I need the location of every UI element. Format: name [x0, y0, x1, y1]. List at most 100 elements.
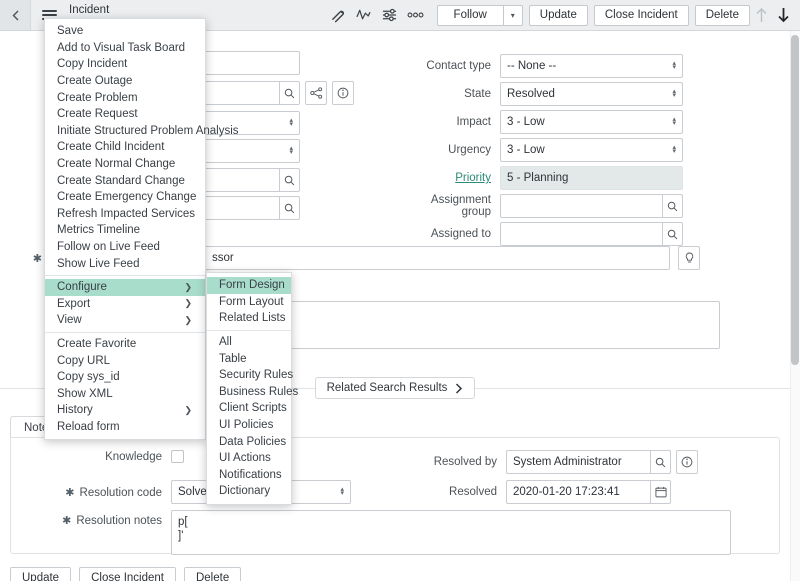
- menu-main-item-initiate-structured-problem-analysis[interactable]: Initiate Structured Problem Analysis: [45, 123, 239, 140]
- lightbulb-icon[interactable]: [678, 246, 700, 270]
- info-icon[interactable]: [676, 450, 698, 474]
- menu-item-label: Save: [57, 25, 84, 38]
- follow-button[interactable]: Follow: [436, 4, 504, 26]
- menu-item-label: Show XML: [57, 387, 113, 400]
- menu-main-item-show-live-feed[interactable]: Show Live Feed: [45, 255, 205, 272]
- page-title: Incident: [69, 3, 110, 16]
- chevron-right-icon: ❯: [184, 404, 192, 415]
- menu-main-item-create-request[interactable]: Create Request: [45, 106, 205, 123]
- magnifier-icon[interactable]: [279, 81, 300, 105]
- knowledge-checkbox[interactable]: [171, 450, 184, 463]
- magnifier-icon[interactable]: [662, 222, 683, 246]
- chevron-right-icon: ❯: [184, 281, 192, 292]
- menu-main-item-configure[interactable]: Configure ❯: [45, 278, 205, 296]
- resolution-notes-label: Resolution notes: [21, 510, 171, 532]
- menu-configure-item-form-layout[interactable]: Form Layout: [207, 294, 291, 311]
- footer-delete-button[interactable]: Delete: [183, 567, 242, 581]
- menu-configure-item-ui-actions[interactable]: UI Actions: [207, 450, 291, 467]
- state-select[interactable]: Resolved ▴ ▾: [500, 82, 683, 106]
- magnifier-icon[interactable]: [650, 450, 671, 474]
- close-incident-button[interactable]: Close Incident: [593, 4, 689, 26]
- menu-main-item-save[interactable]: Save: [45, 23, 205, 40]
- menu-item-label: Related Lists: [219, 312, 286, 325]
- menu-configure-item-client-scripts[interactable]: Client Scripts: [207, 400, 291, 417]
- short-description-value: ssor: [212, 252, 234, 264]
- menu-main-item-show-xml[interactable]: Show XML: [45, 385, 205, 402]
- menu-main-item-create-emergency-change[interactable]: Create Emergency Change: [45, 189, 205, 206]
- menu-main-item-create-standard-change[interactable]: Create Standard Change: [45, 172, 205, 189]
- chevron-down-icon[interactable]: ▾: [503, 4, 523, 26]
- menu-main-item-create-problem[interactable]: Create Problem: [45, 89, 205, 106]
- footer-close-incident-button[interactable]: Close Incident: [79, 567, 176, 581]
- menu-main-item-add-to-visual-task-board[interactable]: Add to Visual Task Board: [45, 40, 205, 57]
- chevron-right-icon: [456, 382, 463, 394]
- menu-main-item-view[interactable]: View ❯: [45, 312, 205, 329]
- update-button[interactable]: Update: [528, 4, 588, 26]
- menu-item-label: Security Rules: [219, 369, 294, 382]
- menu-main-item-copy-incident[interactable]: Copy Incident: [45, 56, 205, 73]
- menu-configure-item-ui-policies[interactable]: UI Policies: [207, 417, 291, 434]
- magnifier-icon[interactable]: [279, 168, 300, 192]
- menu-configure-item-data-policies[interactable]: Data Policies: [207, 433, 291, 450]
- footer-update-button[interactable]: Update: [10, 567, 72, 581]
- menu-item-label: Create Normal Change: [57, 158, 176, 171]
- menu-configure-item-security-rules[interactable]: Security Rules: [207, 367, 294, 384]
- field-row-resolution-code: Resolution code Solved (Work Around) ▴▾: [21, 480, 351, 504]
- priority-label[interactable]: Priority: [420, 172, 500, 184]
- personalize-icon[interactable]: [377, 0, 403, 30]
- menu-main-item-metrics-timeline[interactable]: Metrics Timeline: [45, 222, 205, 239]
- menu-main-item-copy-url[interactable]: Copy URL: [45, 352, 205, 369]
- magnifier-icon[interactable]: [279, 196, 300, 220]
- menu-item-label: Dictionary: [219, 485, 271, 498]
- resolved-input[interactable]: 2020-01-20 17:23:41: [506, 480, 650, 504]
- resolution-code-label: Resolution code: [21, 486, 171, 499]
- field-row-knowledge: Knowledge: [51, 450, 184, 463]
- menu-main-item-export[interactable]: Export ❯: [45, 296, 205, 313]
- menu-main-item-create-favorite[interactable]: Create Favorite: [45, 336, 205, 353]
- resolution-notes-textarea[interactable]: p[ ]': [171, 510, 731, 555]
- scrollbar-thumb[interactable]: [791, 35, 799, 365]
- assigned-to-input[interactable]: [500, 222, 662, 246]
- menu-item-label: All: [219, 336, 232, 349]
- vertical-scrollbar[interactable]: [790, 31, 800, 581]
- menu-configure-item-all[interactable]: All: [207, 334, 291, 351]
- arrow-down-icon[interactable]: [772, 0, 794, 30]
- back-button[interactable]: [0, 0, 31, 30]
- menu-main-item-reload-form[interactable]: Reload form: [45, 419, 205, 436]
- menu-configure-item-notifications[interactable]: Notifications: [207, 467, 291, 484]
- dependency-map-icon[interactable]: [305, 81, 327, 105]
- menu-configure-item-related-lists[interactable]: Related Lists: [207, 310, 291, 327]
- field-row-urgency: Urgency 3 - Low ▴ ▾: [420, 138, 790, 162]
- menu-main-item-refresh-impacted-services[interactable]: Refresh Impacted Services: [45, 206, 205, 223]
- menu-main-item-create-normal-change[interactable]: Create Normal Change: [45, 156, 205, 173]
- menu-item-label: Initiate Structured Problem Analysis: [57, 124, 239, 137]
- priority-link[interactable]: Priority: [455, 172, 491, 184]
- more-options-icon[interactable]: [403, 0, 429, 30]
- menu-main-item-copy-sys-id[interactable]: Copy sys_id: [45, 369, 205, 386]
- menu-main-item-create-child-incident[interactable]: Create Child Incident: [45, 139, 205, 156]
- assignment-group-input[interactable]: [500, 194, 662, 218]
- menu-configure-item-form-design[interactable]: Form Design: [207, 277, 291, 294]
- activity-icon[interactable]: [351, 0, 377, 30]
- menu-item-label: Create Request: [57, 108, 138, 121]
- impact-select[interactable]: 3 - Low ▴ ▾: [500, 110, 683, 134]
- menu-main-item-follow-on-live-feed[interactable]: Follow on Live Feed: [45, 239, 205, 256]
- urgency-select[interactable]: 3 - Low ▴ ▾: [500, 138, 683, 162]
- related-search-results-button[interactable]: Related Search Results: [314, 377, 476, 399]
- menu-main-item-history[interactable]: History ❯: [45, 402, 205, 419]
- info-icon[interactable]: [332, 81, 354, 105]
- menu-configure-item-table[interactable]: Table: [207, 350, 291, 367]
- calendar-icon[interactable]: [650, 480, 671, 504]
- menu-main-item-create-outage[interactable]: Create Outage: [45, 73, 205, 90]
- resolved-by-input[interactable]: System Administrator: [506, 450, 650, 474]
- arrow-up-icon[interactable]: [750, 0, 772, 30]
- magnifier-icon[interactable]: [662, 194, 683, 218]
- menu-configure-item-dictionary[interactable]: Dictionary: [207, 483, 291, 500]
- attachment-icon[interactable]: [325, 0, 351, 30]
- delete-button[interactable]: Delete: [694, 4, 750, 26]
- chevron-updown-icon: ▴ ▾: [672, 88, 676, 99]
- contact-type-label: Contact type: [426, 60, 491, 72]
- contact-type-select[interactable]: -- None -- ▴ ▾: [500, 54, 683, 78]
- urgency-value: 3 - Low: [507, 144, 545, 156]
- menu-configure-item-business-rules[interactable]: Business Rules: [207, 384, 298, 401]
